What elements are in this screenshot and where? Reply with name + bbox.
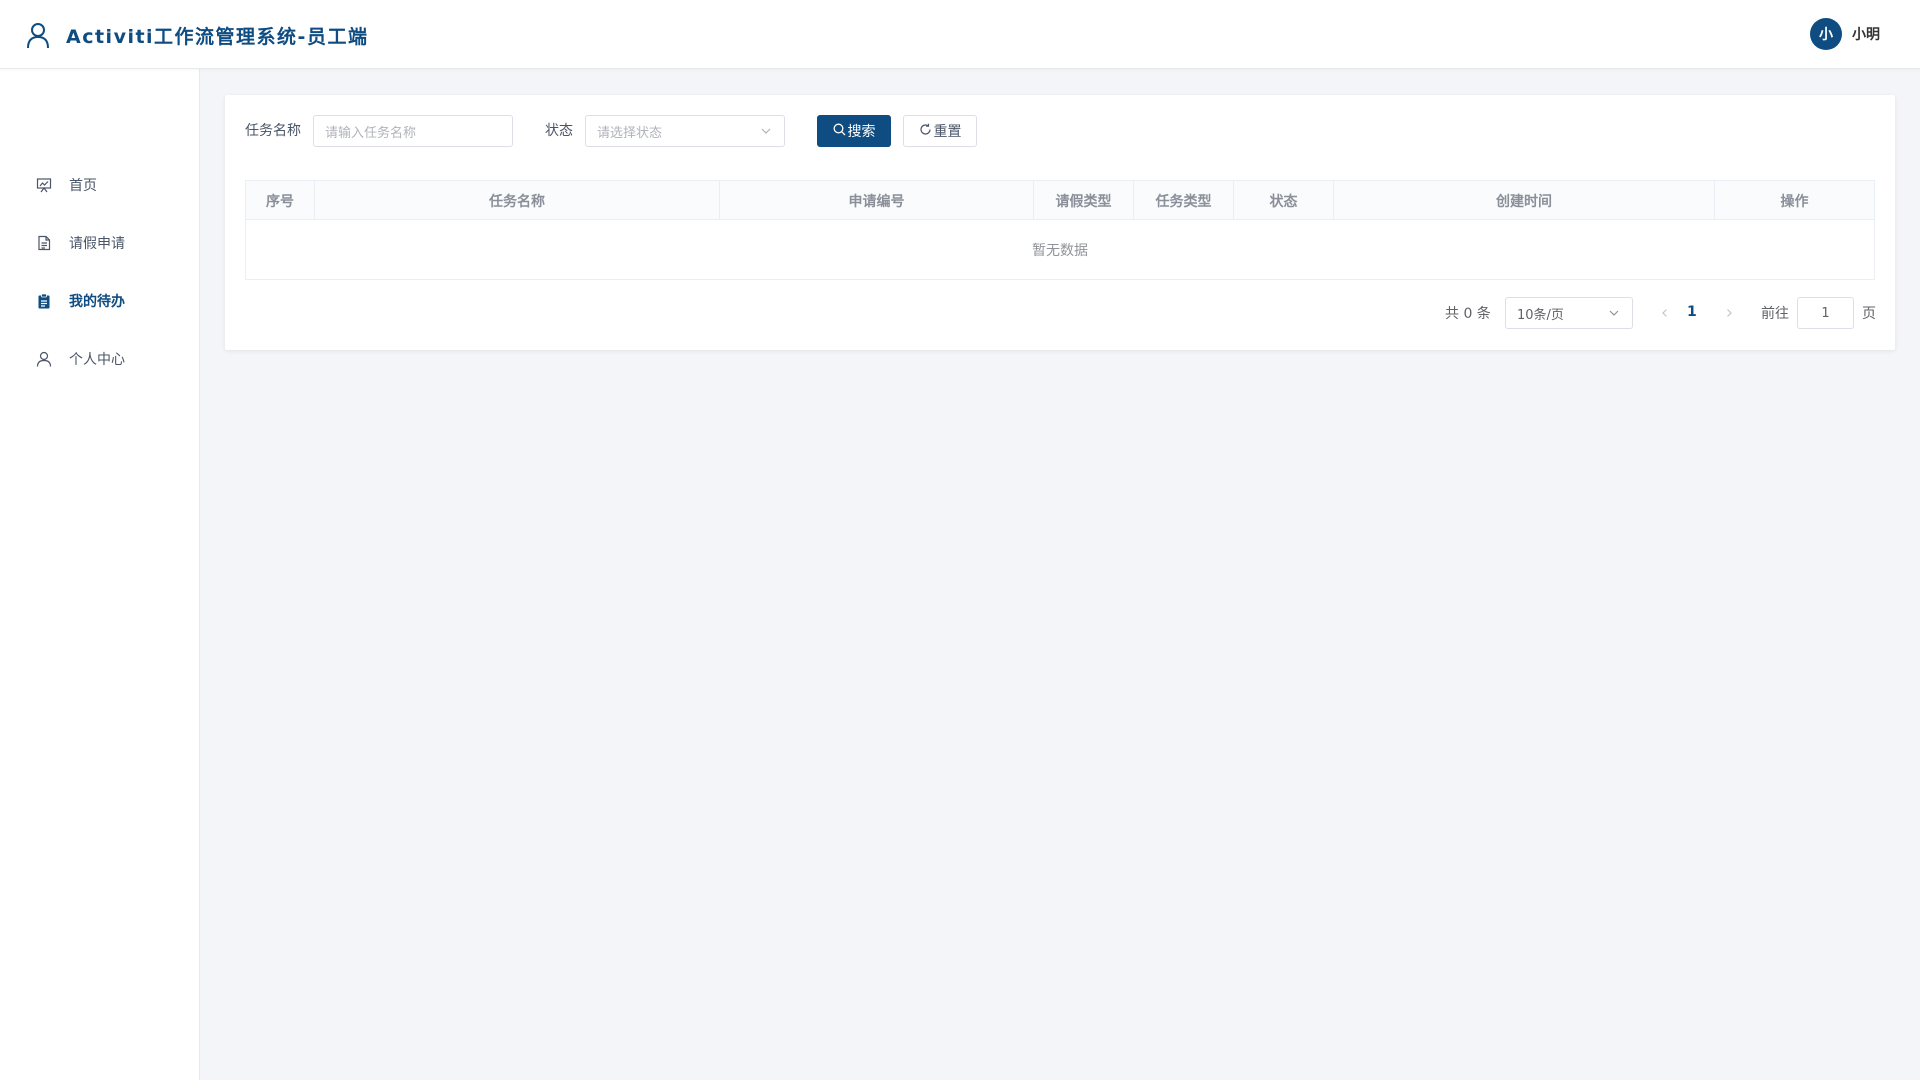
status-select[interactable]: 请选择状态 — [585, 115, 785, 147]
page-size-value: 10条/页 — [1517, 307, 1564, 323]
sidebar-item-label: 请假申请 — [69, 236, 125, 252]
sidebar: 首页 请假申请 我的待办 个人中心 — [0, 69, 200, 1080]
sidebar-item-leave-request[interactable]: 请假申请 — [35, 231, 125, 255]
sidebar-item-home[interactable]: 首页 — [35, 173, 97, 197]
column-header-status: 状态 — [1234, 181, 1334, 220]
table-header: 序号 任务名称 申请编号 请假类型 任务类型 状态 创建时间 操作 — [246, 181, 1874, 220]
chevron-down-icon — [760, 125, 772, 137]
reset-button[interactable]: 重置 — [903, 115, 977, 147]
column-header-actions: 操作 — [1780, 193, 1809, 210]
column-header-application-no: 申请编号 — [720, 181, 1034, 220]
avatar[interactable]: 小 — [1810, 18, 1842, 50]
column-header-task-name: 任务名称 — [315, 181, 720, 220]
pagination-total: 共 0 条 — [1445, 306, 1491, 322]
sidebar-item-my-todo[interactable]: 我的待办 — [35, 289, 125, 313]
sidebar-item-profile[interactable]: 个人中心 — [35, 347, 125, 371]
reset-button-label: 重置 — [933, 124, 962, 140]
column-header-created-time: 创建时间 — [1334, 181, 1715, 220]
todo-panel: 任务名称 请输入任务名称 状态 请选择状态 搜索 重置 序号 任务名称 申请编号… — [225, 95, 1895, 350]
user-menu[interactable]: 小 小明 — [1810, 18, 1880, 50]
column-header-task-type: 任务类型 — [1134, 181, 1234, 220]
page-suffix-label: 页 — [1862, 306, 1876, 322]
task-name-placeholder: 请输入任务名称 — [325, 125, 417, 141]
chevron-down-icon — [1608, 307, 1620, 319]
page-size-select[interactable]: 10条/页 — [1505, 297, 1633, 329]
page-number-current[interactable]: 1 — [1687, 304, 1697, 320]
presentation-board-icon — [35, 176, 53, 194]
task-name-label: 任务名称 — [245, 123, 301, 139]
search-icon — [833, 123, 848, 140]
todo-table: 序号 任务名称 申请编号 请假类型 任务类型 状态 创建时间 操作 暂无数据 — [245, 180, 1875, 280]
search-button[interactable]: 搜索 — [817, 115, 891, 147]
status-placeholder: 请选择状态 — [597, 125, 663, 141]
goto-label: 前往 — [1761, 306, 1789, 322]
user-icon — [35, 350, 53, 368]
goto-page-input[interactable]: 1 — [1797, 297, 1854, 329]
status-label: 状态 — [545, 123, 573, 139]
sidebar-item-label: 首页 — [69, 178, 97, 194]
user-outline-icon — [26, 21, 50, 49]
empty-state: 暂无数据 — [1032, 242, 1088, 259]
document-icon — [35, 234, 53, 252]
clipboard-icon — [35, 292, 53, 310]
username[interactable]: 小明 — [1852, 24, 1880, 44]
brand: Activiti工作流管理系统-员工端 — [26, 20, 368, 50]
search-button-label: 搜索 — [847, 124, 876, 140]
sidebar-item-label: 个人中心 — [69, 352, 125, 368]
refresh-icon — [919, 123, 934, 140]
prev-page-button[interactable] — [1657, 305, 1673, 321]
column-header-leave-type: 请假类型 — [1034, 181, 1134, 220]
sidebar-item-label: 我的待办 — [69, 294, 125, 310]
app-title: Activiti工作流管理系统-员工端 — [66, 25, 369, 48]
top-header: Activiti工作流管理系统-员工端 小 小明 — [0, 0, 1920, 69]
next-page-button[interactable] — [1721, 305, 1737, 321]
column-header-index: 序号 — [246, 181, 315, 220]
task-name-input[interactable]: 请输入任务名称 — [313, 115, 513, 147]
